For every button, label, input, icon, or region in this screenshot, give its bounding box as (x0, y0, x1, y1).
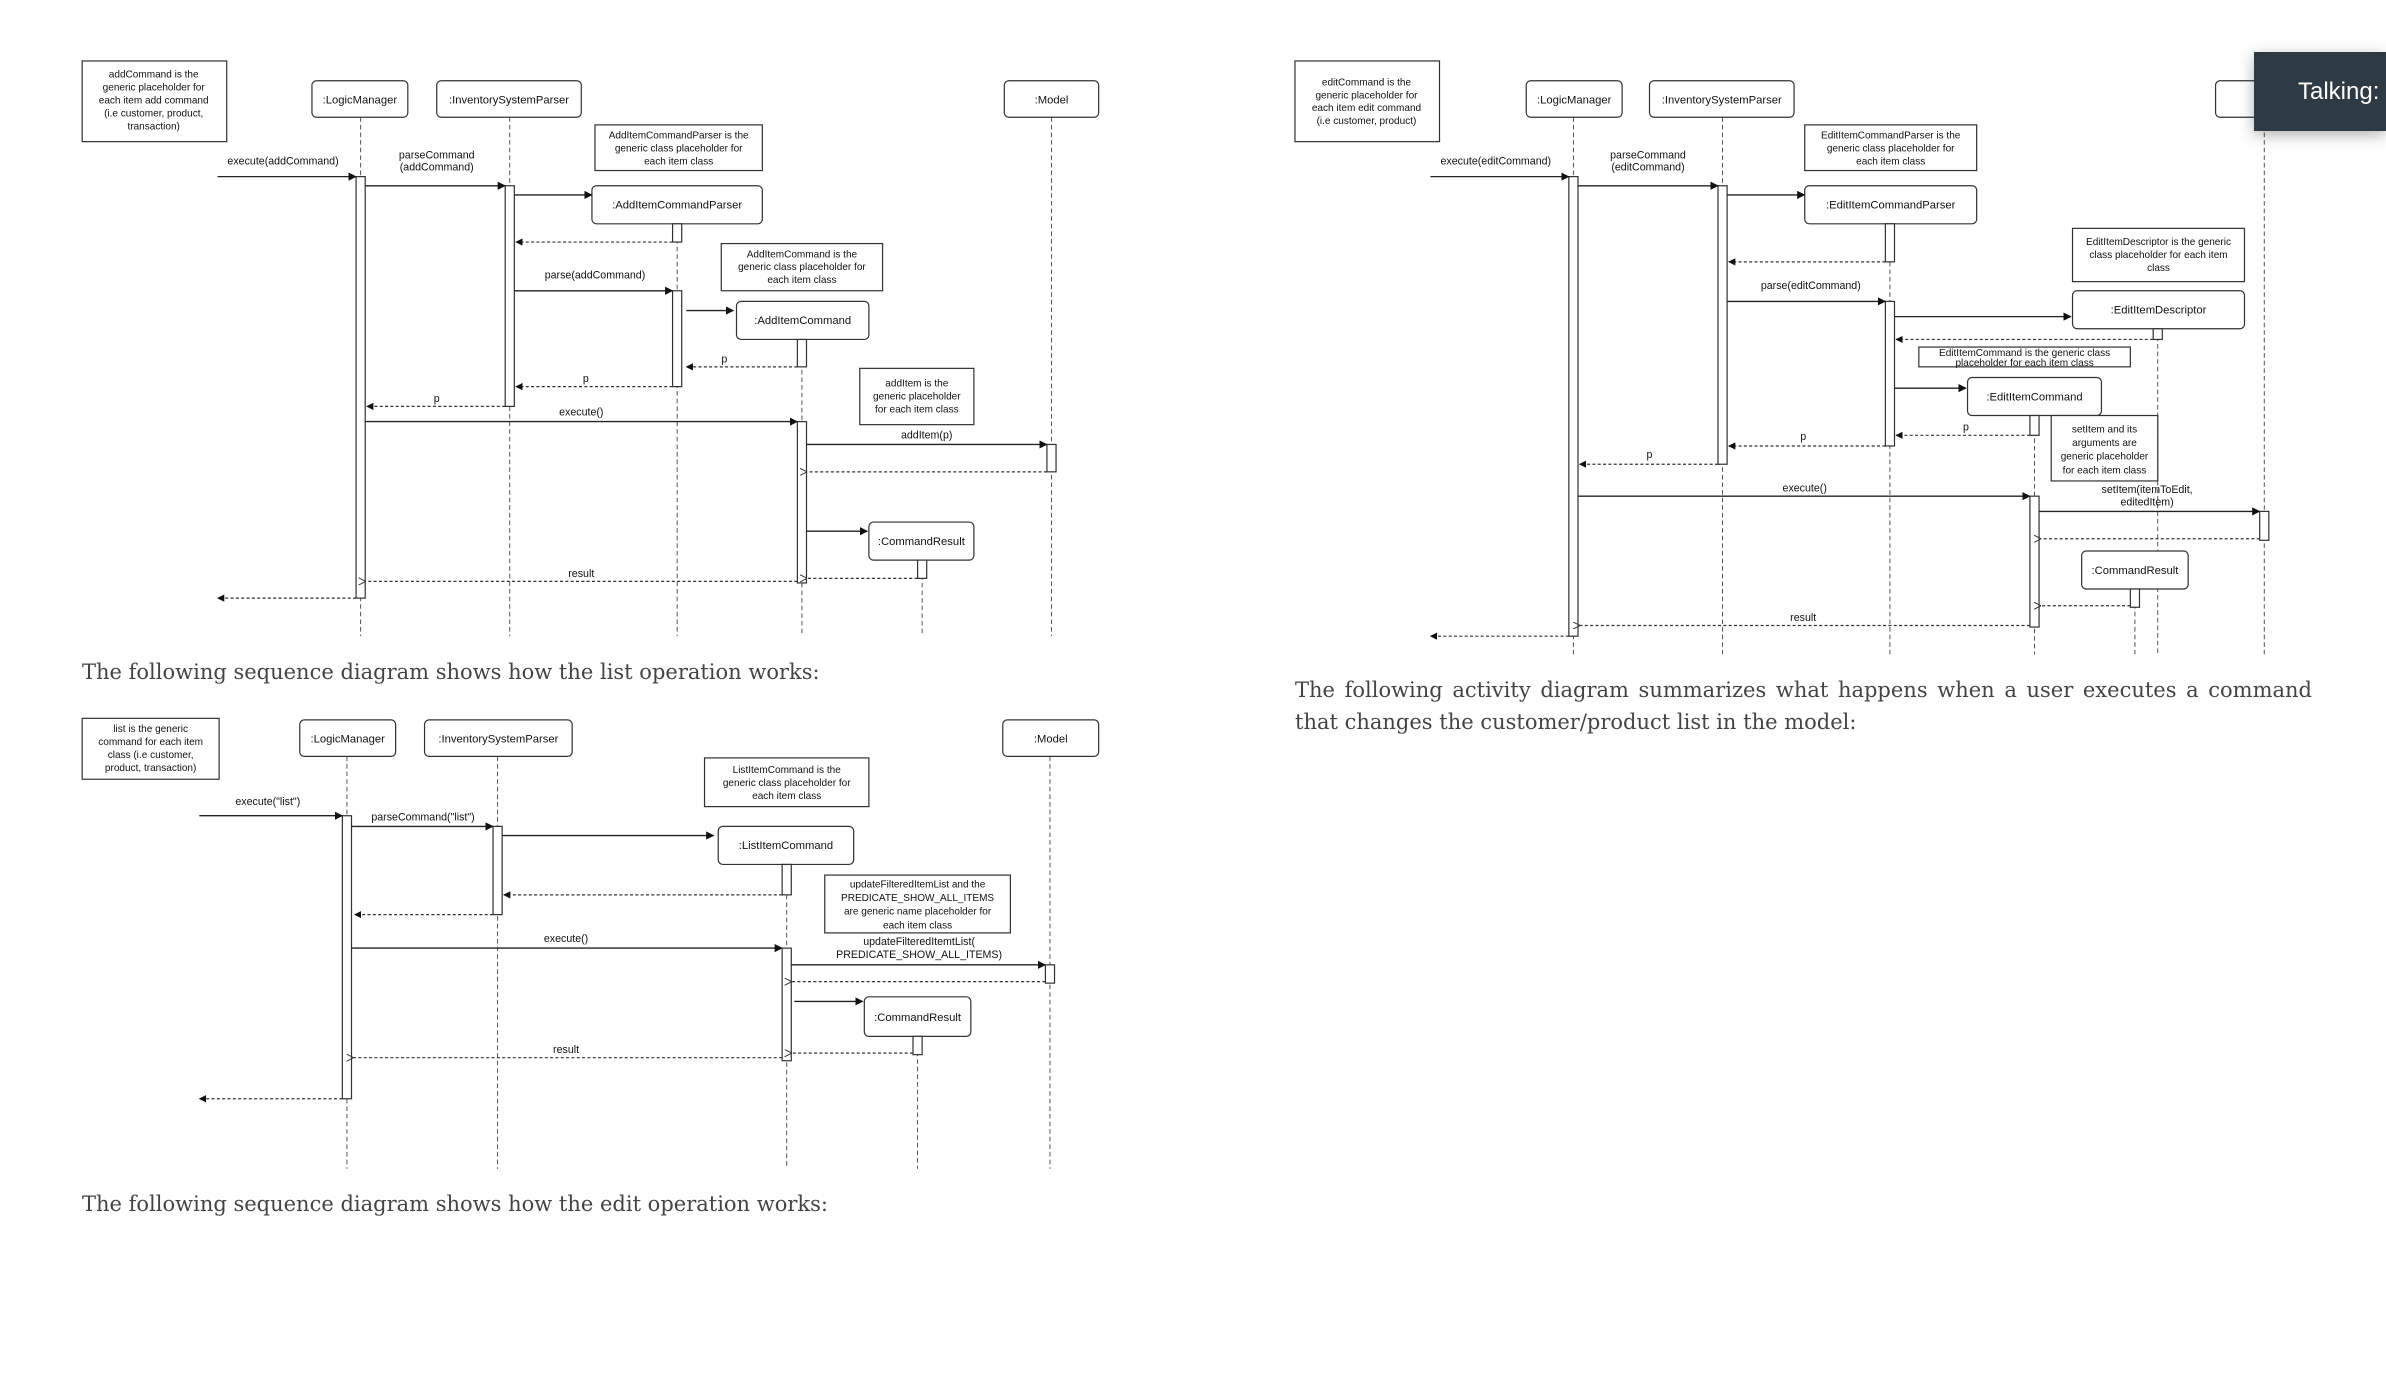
activity-diagram-caption: The following activity diagram summarize… (1295, 678, 2312, 734)
svg-text::EditItemCommandParser: :EditItemCommandParser (1826, 200, 1956, 212)
svg-text::InventorySystemParser: :InventorySystemParser (449, 95, 569, 107)
talking-indicator: Talking: (2254, 52, 2386, 131)
svg-text::CommandResult: :CommandResult (2091, 565, 2179, 577)
svg-text::LogicManager: :LogicManager (1537, 95, 1612, 107)
talking-label: Talking: (2298, 77, 2380, 105)
svg-text:addItem is thegeneric placehol: addItem is the generic placeholder for eac… (873, 379, 961, 416)
svg-text:parseCommand(editCommand): parseCommand (editCommand) (1610, 149, 1686, 173)
svg-text::InventorySystemParser: :InventorySystemParser (438, 734, 558, 746)
svg-text:parseCommand(addCommand): parseCommand (addCommand) (399, 149, 475, 173)
edit-sequence-diagram: editCommand is the generic placeholder fo… (1294, 60, 2308, 655)
svg-text:p: p (1963, 422, 1969, 434)
svg-text:p: p (721, 353, 727, 365)
svg-text:list is the genericcommand for: list is the generic command for each item… (98, 724, 203, 774)
svg-text:setItem(itemToEdit,editedItem): setItem(itemToEdit, editedItem) (2102, 484, 2193, 508)
svg-text:result: result (1790, 612, 1816, 624)
svg-text:execute(): execute() (559, 407, 603, 419)
edit-command-note (1294, 60, 1441, 143)
svg-text:execute("list"): execute("list") (235, 796, 300, 808)
svg-text::InventorySystemParser: :InventorySystemParser (1662, 95, 1782, 107)
list-diagram-caption: The following sequence diagram shows how… (82, 660, 820, 684)
svg-text:execute(): execute() (544, 933, 588, 945)
svg-text::AddItemCommand: :AddItemCommand (754, 315, 851, 327)
list-sequence-diagram: list is the generic command for each item… (81, 717, 1100, 1169)
svg-text:EditItemCommand is the generic: EditItemCommand is the generic class plac… (1939, 348, 2110, 369)
svg-text:p: p (434, 393, 440, 405)
svg-text::LogicManager: :LogicManager (310, 734, 385, 746)
svg-text:p: p (1647, 449, 1653, 461)
svg-text::CommandResult: :CommandResult (874, 1012, 962, 1024)
svg-text:p: p (1800, 431, 1806, 443)
svg-text:updateFilteredItemtList(PREDIC: updateFilteredItemtList(PREDICATE_SHOW_A… (836, 936, 1002, 961)
svg-text::CommandResult: :CommandResult (878, 536, 966, 548)
svg-text:parse(addCommand): parse(addCommand) (545, 270, 646, 282)
svg-text:execute(editCommand): execute(editCommand) (1441, 155, 1552, 167)
add-sequence-diagram: addCommand is the generic placeholder for… (81, 60, 1100, 637)
message-execute: execute(addCommand) (227, 155, 338, 167)
svg-text::AddItemCommandParser: :AddItemCommandParser (612, 200, 742, 212)
svg-text:result: result (553, 1044, 579, 1056)
svg-text:parseCommand("list"): parseCommand("list") (371, 811, 474, 823)
svg-text:result: result (568, 568, 594, 580)
svg-text::Model: :Model (1035, 95, 1069, 107)
svg-text::LogicManager: :LogicManager (323, 95, 398, 107)
svg-text::Model: :Model (1034, 734, 1068, 746)
svg-text:addItem(p): addItem(p) (901, 429, 952, 441)
svg-text:editCommand is thegeneric plac: editCommand is the generic placeholder fo… (1312, 77, 1421, 127)
svg-text:parse(editCommand): parse(editCommand) (1761, 280, 1861, 292)
svg-text::EditItemCommand: :EditItemCommand (1986, 391, 2082, 403)
svg-text::ListItemCommand: :ListItemCommand (739, 840, 833, 852)
svg-text::EditItemDescriptor: :EditItemDescriptor (2111, 305, 2207, 317)
svg-text:p: p (583, 373, 589, 385)
svg-text:execute(): execute() (1783, 483, 1827, 495)
edit-diagram-caption: The following sequence diagram shows how… (82, 1192, 828, 1216)
